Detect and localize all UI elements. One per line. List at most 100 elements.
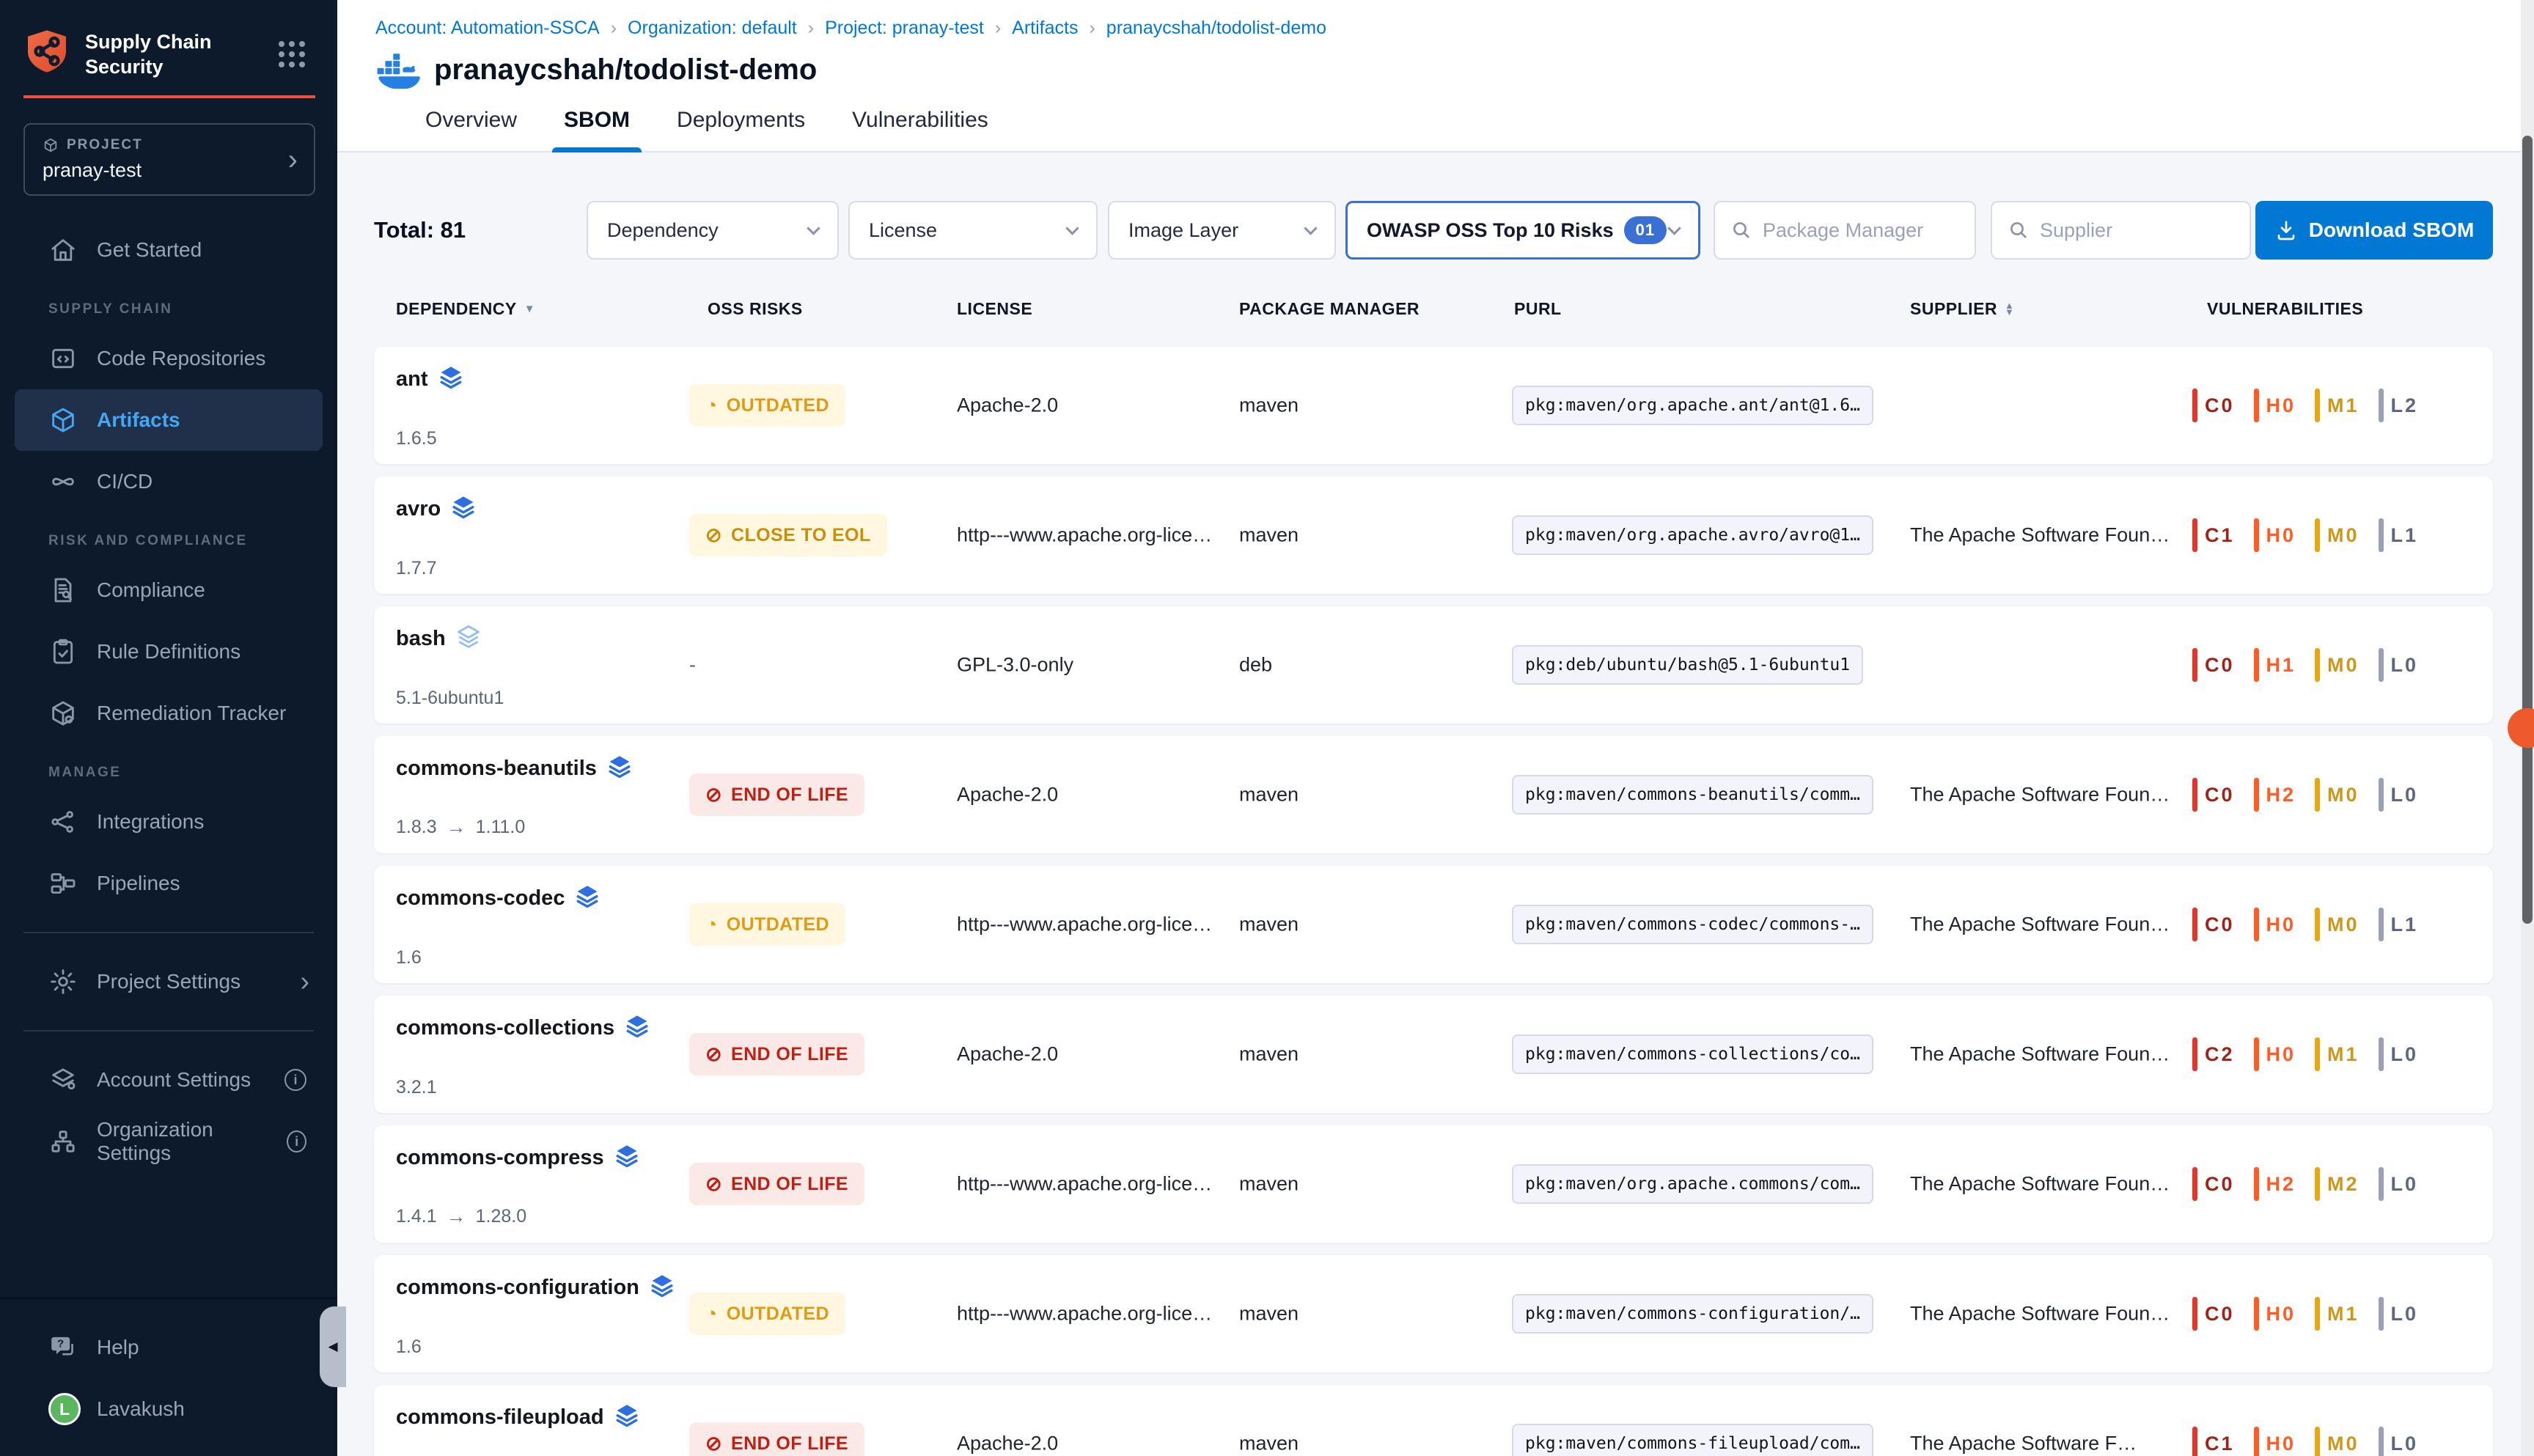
project-cube-icon (43, 137, 59, 153)
license-cell: Apache-2.0 (957, 1043, 1217, 1066)
vuln-count-c: C1 (2192, 1427, 2235, 1456)
table-row-commons-compress[interactable]: commons-compress 1.4.1→1.28.0 ⊘END OF LIFE… (374, 1125, 2493, 1243)
sidebar-item-pipelines[interactable]: Pipelines (0, 853, 337, 914)
table-row-commons-codec[interactable]: commons-codec1.6◔OUTDATEDhttp---www.apac… (374, 866, 2493, 983)
table-row-ant[interactable]: ant1.6.5◔OUTDATEDApache-2.0mavenpkg:mave… (374, 347, 2493, 464)
package-manager-cell: maven (1239, 1433, 1299, 1455)
sidebar-item-account-settings[interactable]: Account Settingsi (0, 1049, 337, 1111)
table-row-commons-configuration[interactable]: commons-configuration1.6◔OUTDATEDhttp---… (374, 1255, 2493, 1372)
oss-risk-cell: ◔OUTDATED (689, 1293, 845, 1335)
tab-vulnerabilities[interactable]: Vulnerabilities (852, 108, 988, 151)
download-sbom-button[interactable]: Download SBOM (2255, 201, 2493, 260)
chevron-right-icon: › (300, 968, 309, 996)
purl-value[interactable]: pkg:maven/commons-beanutils/comm… (1512, 775, 1873, 815)
breadcrumb-link-pranaycshah-todolist-demo[interactable]: pranaycshah/todolist-demo (1106, 18, 1326, 39)
sidebar-item-rule-definitions[interactable]: Rule Definitions (0, 621, 337, 683)
supplier-cell: The Apache Software Foun… (1910, 1303, 2183, 1326)
oss-risk-badge: ◔OUTDATED (689, 1293, 845, 1335)
column-header-supplier[interactable]: SUPPLIER▲▼ (1910, 299, 2014, 319)
purl-value[interactable]: pkg:maven/commons-configuration/… (1512, 1294, 1873, 1334)
sidebar-item-ci-cd[interactable]: CI/CD (0, 451, 337, 512)
rule-definitions-icon (48, 637, 78, 666)
layers-icon (438, 364, 464, 394)
table-row-commons-collections[interactable]: commons-collections3.2.1⊘END OF LIFEApac… (374, 996, 2493, 1113)
vuln-count-m: M0 (2315, 518, 2359, 552)
sidebar-nav: Get StartedSUPPLY CHAINCode Repositories… (0, 196, 337, 914)
slash-circle-icon: ⊘ (705, 1174, 722, 1194)
breadcrumb-link-project-pranay-test[interactable]: Project: pranay-test (825, 18, 984, 39)
purl-value[interactable]: pkg:maven/org.apache.commons/com… (1512, 1164, 1873, 1204)
info-icon: i (287, 1130, 306, 1152)
dependency-name: commons-configuration (396, 1273, 675, 1303)
get-started-icon (48, 235, 78, 265)
supplier-search-input[interactable] (2040, 219, 2235, 242)
package-manager-cell: maven (1239, 394, 1299, 417)
slash-circle-icon: ⊘ (705, 785, 722, 805)
vuln-count-l: L0 (2379, 1167, 2419, 1201)
table-row-avro[interactable]: avro1.7.7⊘CLOSE TO EOLhttp---www.apache.… (374, 477, 2493, 594)
layers-icon (624, 1013, 650, 1043)
oss-risk-badge: ⊘END OF LIFE (689, 1163, 864, 1205)
sidebar: Supply Chain Security PROJECT pranay-tes… (0, 0, 337, 1456)
tab-bar: Overview SBOM Deployments Vulnerabilities (337, 89, 2534, 152)
package-manager-cell: maven (1239, 524, 1299, 547)
purl-value[interactable]: pkg:deb/ubuntu/bash@5.1-6ubuntu1 (1512, 645, 1863, 685)
svg-text:?: ? (57, 1338, 64, 1350)
sidebar-item-organization-settings[interactable]: Organization Settingsi (0, 1111, 337, 1172)
oss-risk-cell: ◔OUTDATED (689, 903, 845, 946)
sidebar-item-help[interactable]: ? Help (0, 1317, 337, 1378)
dependency-version: 1.4.1→1.28.0 (396, 1205, 526, 1228)
owasp-risks-filter-dropdown[interactable]: OWASP OSS Top 10 Risks 01 (1345, 201, 1700, 260)
sidebar-item-remediation-tracker[interactable]: Remediation Tracker (0, 683, 337, 744)
oss-risk-cell: ⊘END OF LIFE (689, 1033, 864, 1076)
vuln-count-m: M0 (2315, 648, 2359, 682)
dependency-name: commons-compress (396, 1143, 640, 1173)
purl-cell: pkg:maven/commons-fileupload/com… (1512, 1424, 1873, 1456)
tab-deployments[interactable]: Deployments (677, 108, 805, 151)
artifacts-icon (48, 405, 78, 435)
layers-icon (614, 1143, 640, 1173)
breadcrumb-link-organization-default[interactable]: Organization: default (628, 18, 797, 39)
license-cell: GPL-3.0-only (957, 654, 1217, 677)
tab-sbom[interactable]: SBOM (564, 108, 630, 151)
scrollbar-thumb[interactable] (2522, 136, 2533, 924)
license-filter-dropdown[interactable]: License (848, 201, 1098, 260)
column-header-license: LICENSE (957, 299, 1032, 319)
vuln-count-l: L0 (2379, 1427, 2419, 1456)
purl-value[interactable]: pkg:maven/commons-codec/commons-… (1512, 905, 1873, 944)
purl-value[interactable]: pkg:maven/org.apache.ant/ant@1.6… (1512, 386, 1873, 425)
table-row-commons-fileupload[interactable]: commons-fileupload⊘END OF LIFEApache-2.0… (374, 1385, 2493, 1456)
slash-circle-icon: ⊘ (705, 1045, 722, 1065)
purl-value[interactable]: pkg:maven/org.apache.avro/avro@1… (1512, 515, 1873, 555)
vuln-count-l: L2 (2379, 389, 2419, 422)
sidebar-item-integrations[interactable]: Integrations (0, 791, 337, 853)
sidebar-collapse-handle[interactable]: ◀ (320, 1306, 346, 1387)
module-grid-icon[interactable] (279, 41, 305, 67)
breadcrumb-link-artifacts[interactable]: Artifacts (1012, 18, 1078, 39)
dependency-filter-dropdown[interactable]: Dependency (587, 201, 839, 260)
package-manager-cell: maven (1239, 784, 1299, 806)
table-row-bash[interactable]: bash5.1-6ubuntu1-GPL-3.0-onlydebpkg:deb/… (374, 606, 2493, 724)
user-menu[interactable]: L Lavakush (0, 1378, 337, 1440)
purl-value[interactable]: pkg:maven/commons-collections/co… (1512, 1034, 1873, 1074)
tab-overview[interactable]: Overview (425, 108, 517, 151)
sidebar-item-compliance[interactable]: Compliance (0, 559, 337, 621)
pipelines-icon (48, 869, 78, 898)
image-layer-filter-dropdown[interactable]: Image Layer (1108, 201, 1336, 260)
vuln-count-h: H1 (2254, 648, 2296, 682)
breadcrumb-separator: › (1089, 18, 1095, 39)
purl-value[interactable]: pkg:maven/commons-fileupload/com… (1512, 1424, 1873, 1456)
column-header-dependency[interactable]: DEPENDENCY▼ (396, 299, 535, 319)
dependency-name: commons-collections (396, 1013, 650, 1043)
package-manager-search-input[interactable] (1763, 219, 1960, 242)
vuln-count-l: L0 (2379, 1297, 2419, 1331)
sidebar-item-artifacts[interactable]: Artifacts (15, 389, 323, 451)
sidebar-item-code-repositories[interactable]: Code Repositories (0, 328, 337, 389)
sidebar-item-get-started[interactable]: Get Started (0, 219, 337, 281)
table-row-commons-beanutils[interactable]: commons-beanutils1.8.3→1.11.0⊘END OF LIF… (374, 736, 2493, 853)
project-selector[interactable]: PROJECT pranay-test › (23, 123, 315, 196)
supply-chain-security-logo-icon (23, 28, 70, 75)
sidebar-item-project-settings[interactable]: Project Settings› (0, 951, 337, 1012)
purl-cell: pkg:maven/commons-configuration/… (1512, 1294, 1873, 1334)
breadcrumb-link-account-automation-ssca[interactable]: Account: Automation-SSCA (375, 18, 600, 39)
